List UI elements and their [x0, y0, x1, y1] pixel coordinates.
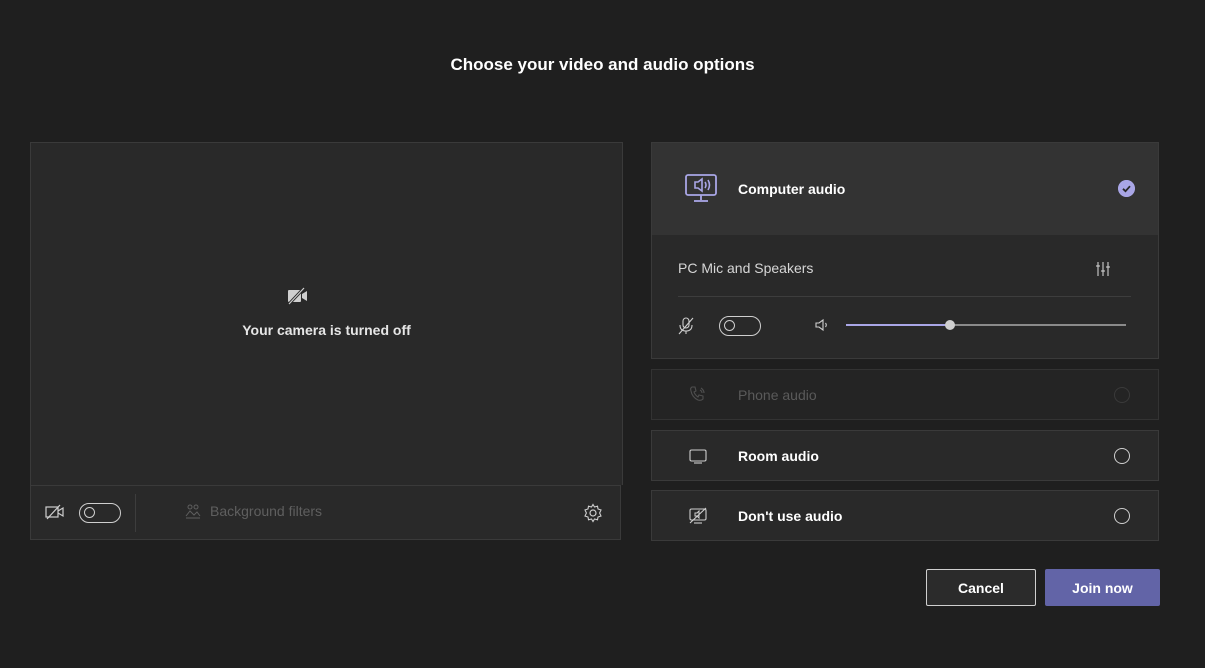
device-settings-icon[interactable] [1095, 261, 1111, 277]
gear-icon[interactable] [583, 503, 603, 523]
audio-device-label: PC Mic and Speakers [678, 260, 814, 276]
computer-audio-label: Computer audio [738, 181, 846, 197]
camera-status-text: Your camera is turned off [242, 322, 411, 338]
computer-audio-card: Computer audio PC Mic and Speakers [651, 142, 1159, 359]
check-circle-icon [1118, 180, 1135, 197]
background-filters-button[interactable]: Background filters [184, 502, 322, 520]
background-filters-icon [185, 504, 201, 519]
room-audio-radio[interactable] [1114, 448, 1130, 464]
no-audio-radio[interactable] [1114, 508, 1130, 524]
speaker-monitor-icon [685, 174, 717, 202]
room-icon [689, 449, 707, 464]
mic-off-icon [678, 317, 694, 335]
page-title: Choose your video and audio options [450, 55, 755, 74]
no-audio-option[interactable]: Don't use audio [651, 490, 1159, 541]
volume-slider-fill [846, 324, 950, 326]
no-audio-label: Don't use audio [738, 508, 843, 524]
cancel-button[interactable]: Cancel [926, 569, 1036, 606]
phone-audio-label: Phone audio [738, 387, 817, 403]
camera-toggle[interactable] [79, 503, 121, 523]
volume-icon [815, 318, 827, 332]
divider [678, 296, 1131, 297]
mic-toggle[interactable] [719, 316, 761, 336]
volume-slider[interactable] [846, 320, 1126, 330]
no-audio-icon [689, 507, 707, 524]
video-preview [30, 142, 623, 485]
phone-icon [690, 386, 705, 401]
camera-icon [45, 504, 64, 520]
video-toolbar: Background filters [30, 485, 621, 540]
camera-off-icon [287, 286, 307, 306]
room-audio-option[interactable]: Room audio [651, 430, 1159, 481]
volume-slider-thumb[interactable] [944, 320, 955, 330]
background-filters-label: Background filters [210, 503, 323, 519]
phone-audio-option: Phone audio [651, 369, 1159, 420]
room-audio-label: Room audio [738, 448, 819, 464]
toolbar-divider [135, 494, 136, 532]
join-now-button[interactable]: Join now [1045, 569, 1160, 606]
computer-audio-option[interactable]: Computer audio [652, 143, 1158, 235]
phone-audio-radio [1114, 387, 1130, 403]
